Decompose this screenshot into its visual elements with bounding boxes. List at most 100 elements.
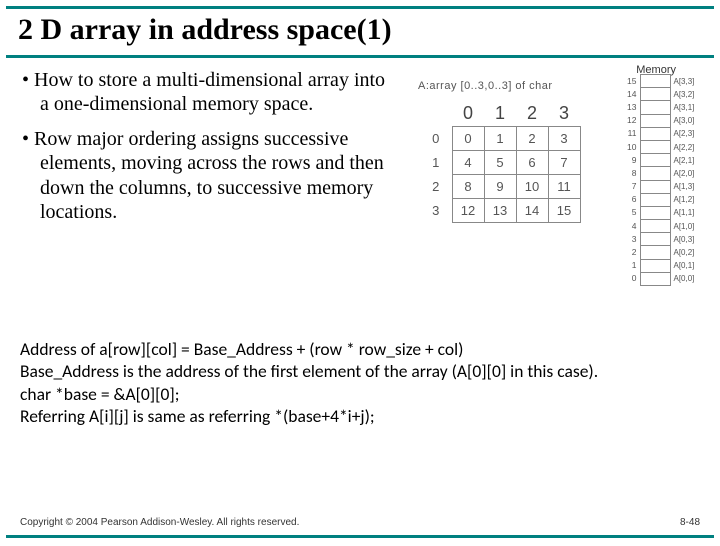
- grid-cell: 4: [452, 150, 484, 174]
- memory-cell: [640, 88, 670, 101]
- memory-cell: [640, 246, 670, 259]
- memory-label: A[0,1]: [670, 259, 704, 272]
- memory-addr: 4: [624, 220, 640, 233]
- memory-label: A[3,3]: [670, 75, 704, 88]
- memory-addr: 7: [624, 180, 640, 193]
- row-header: 3: [420, 198, 452, 222]
- memory-addr: 11: [624, 127, 640, 140]
- memory-cell: [640, 154, 670, 167]
- bottom-divider: [6, 535, 714, 538]
- memory-addr: 15: [624, 75, 640, 88]
- memory-row: 5 A[1,1]: [624, 206, 704, 219]
- memory-cell: [640, 127, 670, 140]
- formula-line: Address of a[row][col] = Base_Address + …: [20, 338, 700, 360]
- memory-row: 15 A[3,3]: [624, 75, 704, 88]
- memory-addr: 1: [624, 259, 640, 272]
- memory-label: A[2,0]: [670, 167, 704, 180]
- memory-row: 14 A[3,2]: [624, 88, 704, 101]
- grid-cell: 0: [452, 126, 484, 150]
- grid-cell: 12: [452, 198, 484, 222]
- content-row: How to store a multi-dimensional array i…: [0, 58, 720, 234]
- memory-row: 0 A[0,0]: [624, 272, 704, 285]
- memory-addr: 9: [624, 154, 640, 167]
- memory-row: 12 A[3,0]: [624, 114, 704, 127]
- col-header: 0: [452, 102, 484, 126]
- col-header: 1: [484, 102, 516, 126]
- row-header: 0: [420, 126, 452, 150]
- memory-row: 11 A[2,3]: [624, 127, 704, 140]
- memory-addr: 12: [624, 114, 640, 127]
- memory-cell: [640, 233, 670, 246]
- grid-cell: 10: [516, 174, 548, 198]
- memory-row: 2 A[0,2]: [624, 246, 704, 259]
- grid-cell: 7: [548, 150, 580, 174]
- col-header: 3: [548, 102, 580, 126]
- memory-label: A[3,2]: [670, 88, 704, 101]
- grid-cell: 3: [548, 126, 580, 150]
- memory-row: 9 A[2,1]: [624, 154, 704, 167]
- memory-label: A[0,0]: [670, 272, 704, 285]
- memory-addr: 13: [624, 101, 640, 114]
- memory-label: A[2,1]: [670, 154, 704, 167]
- memory-cell: [640, 140, 670, 153]
- formula-line: Referring A[i][j] is same as referring *…: [20, 405, 700, 427]
- memory-addr: 5: [624, 206, 640, 219]
- memory-label: A[2,2]: [670, 140, 704, 153]
- footer: Copyright © 2004 Pearson Addison-Wesley.…: [20, 517, 700, 528]
- grid-cell: 2: [516, 126, 548, 150]
- memory-addr: 14: [624, 88, 640, 101]
- memory-label: A[3,0]: [670, 114, 704, 127]
- formula-line: Base_Address is the address of the first…: [20, 360, 700, 382]
- memory-label: A[1,0]: [670, 220, 704, 233]
- memory-row: 3 A[0,3]: [624, 233, 704, 246]
- array-grid: 0 1 2 3 0 0 1 2 3 1 4 5 6 7 2 8: [420, 102, 581, 223]
- page-number: 8-48: [680, 517, 700, 528]
- row-header: 2: [420, 174, 452, 198]
- grid-cell: 15: [548, 198, 580, 222]
- grid-cell: 8: [452, 174, 484, 198]
- formula-block: Address of a[row][col] = Base_Address + …: [20, 338, 700, 428]
- memory-column: 15A[3,3]14A[3,2]13A[3,1]12A[3,0]11A[2,3]…: [624, 74, 704, 286]
- memory-label: A[0,3]: [670, 233, 704, 246]
- slide-title: 2 D array in address space(1): [0, 9, 720, 55]
- memory-addr: 6: [624, 193, 640, 206]
- grid-cell: 9: [484, 174, 516, 198]
- memory-cell: [640, 272, 670, 285]
- memory-label: A[0,2]: [670, 246, 704, 259]
- bullet-item: How to store a multi-dimensional array i…: [22, 68, 390, 117]
- memory-addr: 0: [624, 272, 640, 285]
- grid-cell: 14: [516, 198, 548, 222]
- memory-row: 8 A[2,0]: [624, 167, 704, 180]
- memory-cell: [640, 206, 670, 219]
- memory-cell: [640, 180, 670, 193]
- memory-cell: [640, 101, 670, 114]
- grid-cell: 13: [484, 198, 516, 222]
- memory-label: A[3,1]: [670, 101, 704, 114]
- memory-cell: [640, 167, 670, 180]
- col-header: 2: [516, 102, 548, 126]
- memory-cell: [640, 259, 670, 272]
- formula-line: char *base = &A[0][0];: [20, 383, 700, 405]
- array-declaration: A:array [0..3,0..3] of char: [418, 80, 553, 92]
- figure: A:array [0..3,0..3] of char Memory 0 1 2…: [390, 68, 712, 234]
- memory-row: 6 A[1,2]: [624, 193, 704, 206]
- copyright: Copyright © 2004 Pearson Addison-Wesley.…: [20, 517, 299, 528]
- memory-addr: 3: [624, 233, 640, 246]
- memory-cell: [640, 75, 670, 88]
- memory-row: 7A[1,3]: [624, 180, 704, 193]
- memory-row: 13 A[3,1]: [624, 101, 704, 114]
- memory-addr: 2: [624, 246, 640, 259]
- memory-label: A[1,1]: [670, 206, 704, 219]
- memory-row: 4 A[1,0]: [624, 220, 704, 233]
- memory-cell: [640, 114, 670, 127]
- memory-addr: 8: [624, 167, 640, 180]
- memory-label: A[2,3]: [670, 127, 704, 140]
- memory-row: 1 A[0,1]: [624, 259, 704, 272]
- bullet-list: How to store a multi-dimensional array i…: [22, 68, 390, 234]
- memory-cell: [640, 220, 670, 233]
- memory-label: A[1,2]: [670, 193, 704, 206]
- memory-addr: 10: [624, 140, 640, 153]
- grid-cell: 11: [548, 174, 580, 198]
- bullet-item: Row major ordering assigns successive el…: [22, 127, 390, 225]
- grid-cell: 1: [484, 126, 516, 150]
